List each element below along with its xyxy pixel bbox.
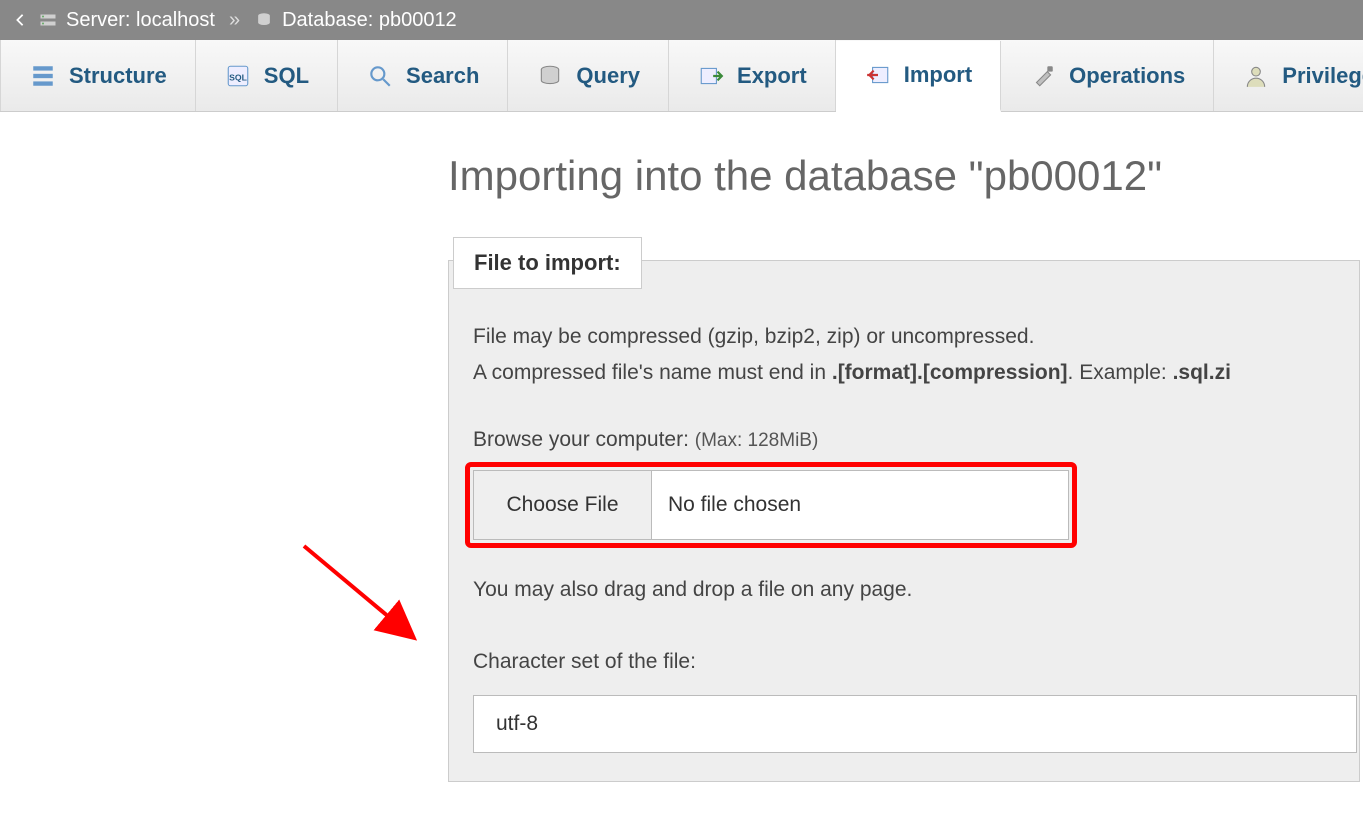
query-icon <box>536 62 564 90</box>
breadcrumb-server[interactable]: Server: localhost <box>66 9 215 32</box>
tab-structure[interactable]: Structure <box>0 40 196 111</box>
file-chosen-status: No file chosen <box>652 471 1068 539</box>
file-input-wrap: Choose File No file chosen <box>473 470 1069 540</box>
breadcrumb-separator: » <box>229 9 240 32</box>
tab-label: Query <box>576 63 640 89</box>
tab-label: Import <box>904 62 972 88</box>
svg-text:SQL: SQL <box>229 72 248 82</box>
tab-label: Export <box>737 63 807 89</box>
page-title: Importing into the database "pb00012" <box>448 152 1363 200</box>
tab-label: Privilege <box>1282 63 1363 89</box>
export-icon <box>697 62 725 90</box>
breadcrumb: Server: localhost » Database: pb00012 <box>0 0 1363 40</box>
charset-label: Character set of the file: <box>473 646 1335 678</box>
tab-sql[interactable]: SQL SQL <box>196 40 338 111</box>
sql-icon: SQL <box>224 62 252 90</box>
import-icon <box>864 61 892 89</box>
hint-naming: A compressed file's name must end in .[f… <box>473 357 1335 389</box>
file-input[interactable]: Choose File No file chosen <box>473 470 1069 540</box>
breadcrumb-database[interactable]: Database: pb00012 <box>282 9 457 32</box>
privileges-icon <box>1242 62 1270 90</box>
search-icon <box>366 62 394 90</box>
hint-compression: File may be compressed (gzip, bzip2, zip… <box>473 321 1335 353</box>
choose-file-button[interactable]: Choose File <box>474 471 652 539</box>
charset-select[interactable]: utf-8 <box>473 695 1357 753</box>
main-content: Importing into the database "pb00012" Fi… <box>0 112 1363 782</box>
panel-legend: File to import: <box>453 237 642 289</box>
annotation-arrow <box>296 538 436 663</box>
tab-label: SQL <box>264 63 309 89</box>
structure-icon <box>29 62 57 90</box>
tab-label: Structure <box>69 63 167 89</box>
tab-privileges[interactable]: Privilege <box>1214 40 1363 111</box>
import-panel: File to import: File may be compressed (… <box>448 260 1360 782</box>
tab-label: Search <box>406 63 479 89</box>
tab-export[interactable]: Export <box>669 40 836 111</box>
operations-icon <box>1029 62 1057 90</box>
tab-bar: Structure SQL SQL Search Query Export Im… <box>0 40 1363 112</box>
server-icon <box>38 10 58 30</box>
tab-search[interactable]: Search <box>338 40 508 111</box>
database-icon <box>254 10 274 30</box>
tab-operations[interactable]: Operations <box>1001 40 1214 111</box>
tab-import[interactable]: Import <box>836 41 1001 112</box>
dragdrop-hint: You may also drag and drop a file on any… <box>473 574 1335 606</box>
tab-query[interactable]: Query <box>508 40 669 111</box>
tab-label: Operations <box>1069 63 1185 89</box>
charset-value: utf-8 <box>496 712 538 736</box>
browse-label: Browse your computer: (Max: 128MiB) <box>473 428 1335 452</box>
chevron-left-icon[interactable] <box>10 10 30 30</box>
